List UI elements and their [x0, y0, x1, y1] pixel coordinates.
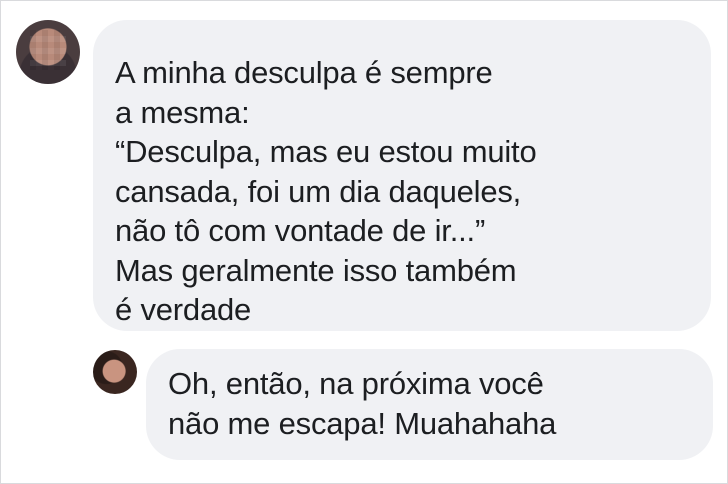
message-line: A minha desculpa é sempre: [115, 55, 493, 90]
pixelated-face: [30, 30, 66, 70]
reply-avatar[interactable]: [93, 350, 137, 394]
message-line: Oh, então, na próxima você: [168, 366, 544, 401]
message-line: não me escapa! Muahahaha: [168, 405, 557, 441]
message-line: é verdade: [115, 292, 252, 327]
reply-text: Oh, então, na próxima você não me escapa…: [168, 364, 556, 443]
reply-bubble: Oh, então, na próxima você não me escapa…: [146, 349, 713, 460]
message-line: cansada, foi um dia daqueles,: [115, 173, 522, 209]
message-line: Mas geralmente isso também: [115, 252, 517, 288]
message-line: a mesma:: [115, 94, 250, 130]
message-line: “Desculpa, mas eu estou muito: [115, 134, 537, 169]
message-line: não tô com vontade de ir...”: [115, 213, 486, 248]
message-text: A minha desculpa é sempre a mesma: “Desc…: [115, 53, 537, 330]
avatar[interactable]: [16, 20, 80, 84]
message-bubble: A minha desculpa é sempre a mesma: “Desc…: [93, 20, 711, 331]
